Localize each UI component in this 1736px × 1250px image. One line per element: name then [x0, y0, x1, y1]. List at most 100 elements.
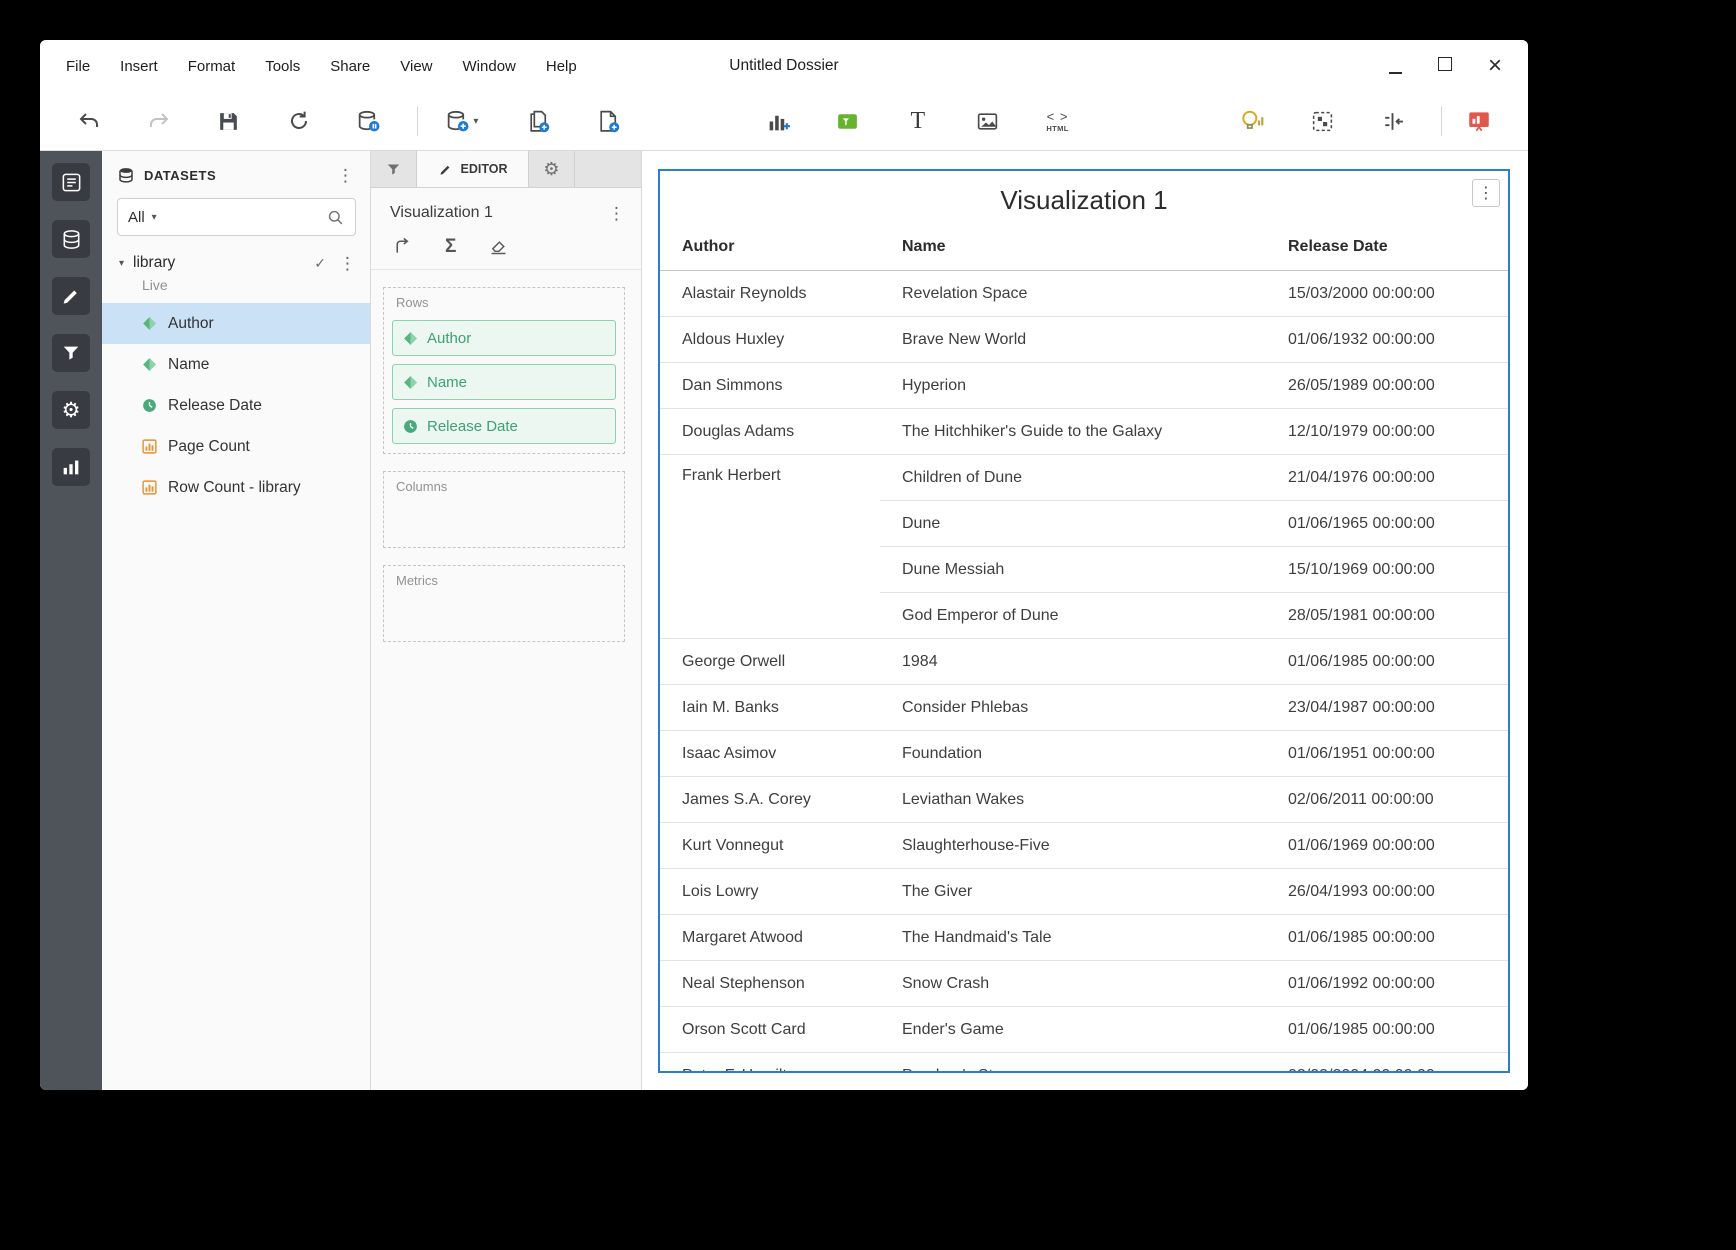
drop-zone-metrics[interactable]: Metrics [383, 565, 625, 642]
cell-date[interactable]: 02/06/2011 00:00:00 [1288, 777, 1508, 823]
cell-name[interactable]: Children of Dune [880, 455, 1288, 501]
redo-button[interactable] [138, 100, 180, 142]
insert-text-button[interactable]: T [897, 100, 939, 142]
cell-author[interactable]: Isaac Asimov [660, 731, 880, 777]
cell-date[interactable]: 01/06/1932 00:00:00 [1288, 317, 1508, 363]
group-elements-button[interactable] [1301, 100, 1343, 142]
visualization-1[interactable]: ⋮ Visualization 1 Author Name Release Da… [658, 169, 1510, 1073]
cell-name[interactable]: Ender's Game [880, 1007, 1288, 1053]
table-row[interactable]: Aldous Huxley Brave New World 01/06/1932… [660, 317, 1508, 363]
field-row-count[interactable]: Row Count - library [102, 467, 370, 508]
menu-format[interactable]: Format [188, 58, 236, 75]
pivot-button[interactable] [392, 236, 413, 257]
cell-author-group[interactable]: Frank Herbert [660, 455, 880, 639]
menu-view[interactable]: View [400, 58, 432, 75]
cell-author[interactable]: Neal Stephenson [660, 961, 880, 1007]
cell-author[interactable]: Aldous Huxley [660, 317, 880, 363]
tree-expand-icon[interactable]: ▾ [119, 258, 124, 269]
cell-name[interactable]: Dune Messiah [880, 547, 1288, 593]
rail-filter-button[interactable] [52, 334, 90, 372]
cell-name[interactable]: Brave New World [880, 317, 1288, 363]
cell-date[interactable]: 02/03/2004 00:00:00 [1288, 1053, 1508, 1074]
dataset-node-library[interactable]: ▾ library ✓ ⋮ [102, 248, 370, 274]
presentation-mode-button[interactable] [1458, 100, 1500, 142]
cell-name[interactable]: Foundation [880, 731, 1288, 777]
insights-button[interactable] [1232, 100, 1274, 142]
menu-insert[interactable]: Insert [120, 58, 158, 75]
cell-name[interactable]: Snow Crash [880, 961, 1288, 1007]
cell-author[interactable]: Iain M. Banks [660, 685, 880, 731]
cell-name[interactable]: Revelation Space [880, 271, 1288, 317]
table-row[interactable]: Iain M. Banks Consider Phlebas 23/04/198… [660, 685, 1508, 731]
cell-date[interactable]: 01/06/1969 00:00:00 [1288, 823, 1508, 869]
table-row[interactable]: Dan Simmons Hyperion 26/05/1989 00:00:00 [660, 363, 1508, 409]
menu-tools[interactable]: Tools [265, 58, 300, 75]
fit-to-window-button[interactable] [1371, 100, 1413, 142]
cell-name[interactable]: Hyperion [880, 363, 1288, 409]
toggle-datasets-button[interactable] [347, 100, 389, 142]
cell-date[interactable]: 26/05/1989 00:00:00 [1288, 363, 1508, 409]
cell-name[interactable]: God Emperor of Dune [880, 593, 1288, 639]
cell-date[interactable]: 15/03/2000 00:00:00 [1288, 271, 1508, 317]
cell-author[interactable]: George Orwell [660, 639, 880, 685]
menu-file[interactable]: File [66, 58, 90, 75]
table-row[interactable]: Peter F. Hamilton Pandora's Star 02/03/2… [660, 1053, 1508, 1074]
menu-window[interactable]: Window [463, 58, 516, 75]
cell-author[interactable]: Peter F. Hamilton [660, 1053, 880, 1074]
cell-name[interactable]: Consider Phlebas [880, 685, 1288, 731]
cell-author[interactable]: Douglas Adams [660, 409, 880, 455]
add-page-button[interactable] [587, 100, 629, 142]
add-data-button[interactable]: ▾ [434, 100, 489, 142]
column-header-name[interactable]: Name [880, 224, 1288, 271]
editor-viz-menu-button[interactable]: ⋮ [602, 205, 631, 222]
cell-date[interactable]: 12/10/1979 00:00:00 [1288, 409, 1508, 455]
rail-settings-button[interactable]: ⚙ [52, 391, 90, 429]
table-row[interactable]: Neal Stephenson Snow Crash 01/06/1992 00… [660, 961, 1508, 1007]
cell-date[interactable]: 15/10/1969 00:00:00 [1288, 547, 1508, 593]
rail-datasets-button[interactable] [52, 220, 90, 258]
drop-zone-columns[interactable]: Columns [383, 471, 625, 548]
insert-image-button[interactable] [967, 100, 1009, 142]
insert-html-button[interactable]: < > HTML [1037, 100, 1079, 142]
cell-date[interactable]: 26/04/1993 00:00:00 [1288, 869, 1508, 915]
tab-settings[interactable]: ⚙ [529, 151, 575, 187]
cell-name[interactable]: Leviathan Wakes [880, 777, 1288, 823]
table-row[interactable]: James S.A. Corey Leviathan Wakes 02/06/2… [660, 777, 1508, 823]
rail-format-button[interactable] [52, 277, 90, 315]
table-row[interactable]: Lois Lowry The Giver 26/04/1993 00:00:00 [660, 869, 1508, 915]
menu-help[interactable]: Help [546, 58, 577, 75]
table-row[interactable]: Frank Herbert Children of Dune 21/04/197… [660, 455, 1508, 501]
refresh-button[interactable] [278, 100, 320, 142]
cell-date[interactable]: 01/06/1992 00:00:00 [1288, 961, 1508, 1007]
cell-date[interactable]: 28/05/1981 00:00:00 [1288, 593, 1508, 639]
table-row[interactable]: Isaac Asimov Foundation 01/06/1951 00:00… [660, 731, 1508, 777]
cell-date[interactable]: 01/06/1985 00:00:00 [1288, 639, 1508, 685]
column-header-author[interactable]: Author [660, 224, 880, 271]
field-author[interactable]: Author [102, 303, 370, 344]
cell-name[interactable]: The Hitchhiker's Guide to the Galaxy [880, 409, 1288, 455]
cell-author[interactable]: Alastair Reynolds [660, 271, 880, 317]
close-button[interactable]: × [1488, 59, 1502, 73]
menu-share[interactable]: Share [330, 58, 370, 75]
chip-name[interactable]: Name [392, 364, 616, 400]
insert-filter-button[interactable] [827, 100, 869, 142]
clear-button[interactable] [488, 236, 509, 257]
cell-author[interactable]: Orson Scott Card [660, 1007, 880, 1053]
cell-date[interactable]: 01/06/1965 00:00:00 [1288, 501, 1508, 547]
cell-name[interactable]: Dune [880, 501, 1288, 547]
undo-button[interactable] [68, 100, 110, 142]
cell-name[interactable]: The Giver [880, 869, 1288, 915]
dataset-filter-select[interactable]: All [128, 209, 145, 226]
cell-author[interactable]: James S.A. Corey [660, 777, 880, 823]
duplicate-page-button[interactable] [517, 100, 559, 142]
drop-zone-rows[interactable]: Rows Author Name Release Date [383, 287, 625, 454]
chip-release-date[interactable]: Release Date [392, 408, 616, 444]
table-row[interactable]: Orson Scott Card Ender's Game 01/06/1985… [660, 1007, 1508, 1053]
insert-visualization-button[interactable] [757, 100, 799, 142]
field-page-count[interactable]: Page Count [102, 426, 370, 467]
maximize-button[interactable] [1438, 57, 1452, 76]
rail-contents-button[interactable] [52, 163, 90, 201]
cell-date[interactable]: 01/06/1951 00:00:00 [1288, 731, 1508, 777]
chip-author[interactable]: Author [392, 320, 616, 356]
totals-button[interactable]: Σ [445, 237, 456, 257]
